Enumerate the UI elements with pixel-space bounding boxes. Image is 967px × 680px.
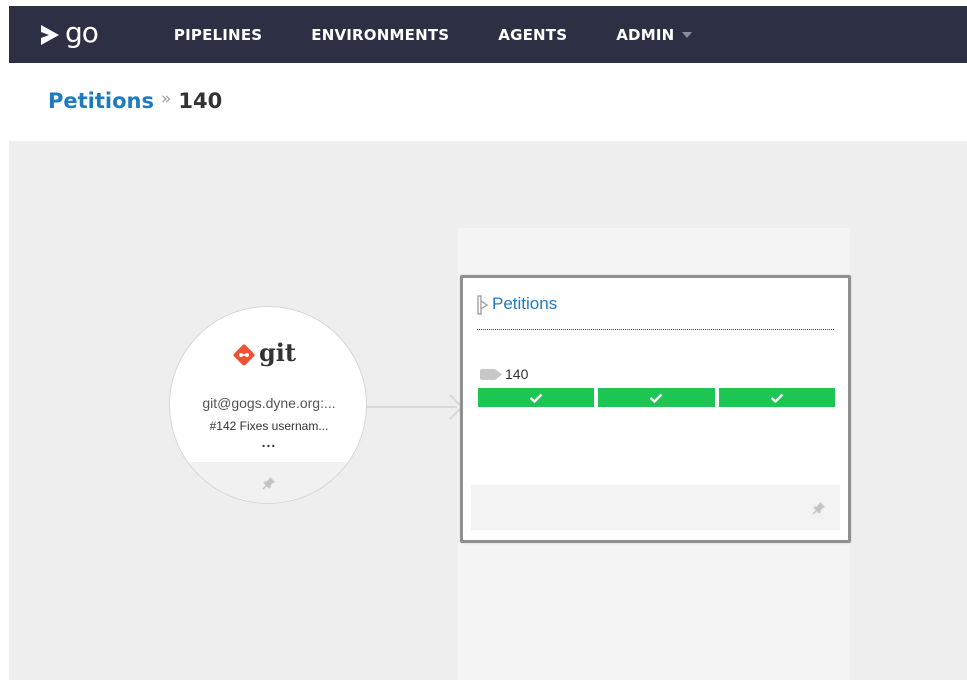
caret-down-icon [682,31,693,38]
pipeline-card: Petitions 140 [460,275,851,543]
top-navigation-bar: go PIPELINES ENVIRONMENTS AGENTS ADMIN [9,6,967,63]
pipeline-card-header: Petitions [477,294,834,330]
nav-environments[interactable]: ENVIRONMENTS [311,26,449,44]
stage-passed[interactable] [598,388,715,407]
nav-admin[interactable]: ADMIN [616,25,693,44]
pin-icon[interactable] [262,476,276,490]
pipeline-instance-label[interactable]: 140 [505,366,528,382]
pipeline-card-footer [471,485,840,530]
material-to-pipeline-connector [367,394,464,420]
check-icon [770,393,784,403]
nav-agents[interactable]: AGENTS [498,26,567,44]
git-material-node[interactable]: git git@gogs.dyne.org:... #142 Fixes use… [169,306,367,504]
breadcrumb-separator: » [160,89,172,109]
material-commit-message[interactable]: #142 Fixes usernam... [170,419,366,433]
check-icon [529,393,543,403]
tag-icon [480,368,502,380]
git-logo: git [232,338,296,367]
pipeline-instance: 140 [480,366,528,382]
stage-passed[interactable] [478,388,595,407]
material-more-link[interactable]: ... [170,434,366,450]
nav-admin-label: ADMIN [616,25,675,44]
material-footer [170,462,366,503]
breadcrumb-counter: 140 [178,89,223,113]
nav-pipelines[interactable]: PIPELINES [174,26,262,44]
material-url: git@gogs.dyne.org:... [202,395,336,411]
go-logo-arrow-icon [41,24,59,45]
value-stream-map-canvas: git git@gogs.dyne.org:... #142 Fixes use… [9,141,967,680]
pipeline-name-link[interactable]: Petitions [492,294,557,314]
breadcrumb-pipeline-link[interactable]: Petitions [48,89,154,113]
breadcrumb: Petitions » 140 [48,84,222,118]
pipeline-icon [477,295,489,315]
git-logo-icon [233,344,255,366]
check-icon [650,393,663,403]
pin-icon[interactable] [812,501,826,515]
main-nav: PIPELINES ENVIRONMENTS AGENTS ADMIN [174,6,741,63]
go-logo-text: go [65,15,99,49]
git-logo-text: git [259,338,296,367]
stage-bar [478,388,835,407]
go-logo[interactable]: go [37,6,99,63]
stage-passed[interactable] [718,388,835,407]
